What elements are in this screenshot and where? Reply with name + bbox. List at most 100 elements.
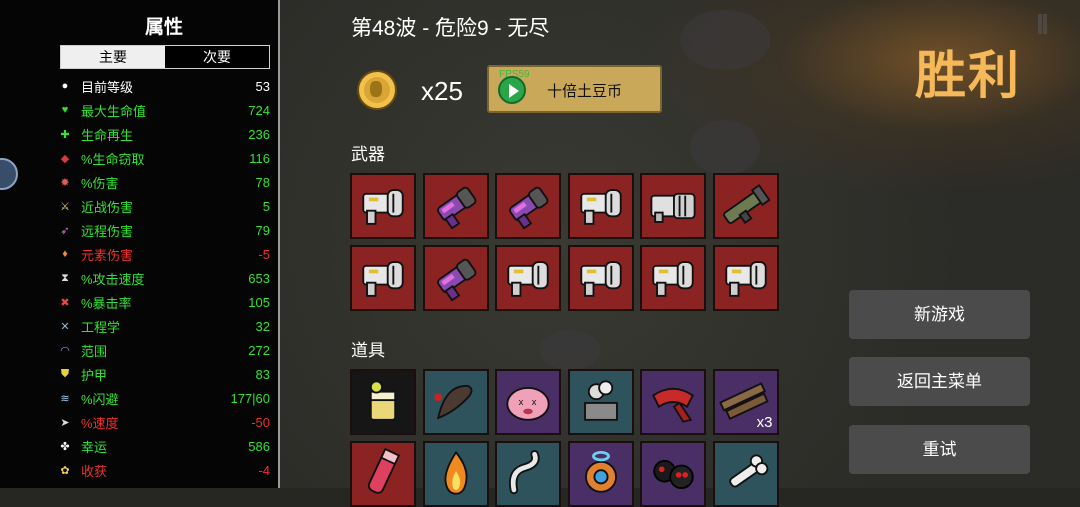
lifesteal-icon: ◆	[60, 152, 70, 165]
stat-row[interactable]: ✚ 生命再生 236	[58, 122, 270, 146]
stat-name: 目前等级	[81, 79, 134, 95]
stats-title: 属性	[144, 17, 183, 38]
stat-row[interactable]: ◆ %生命窃取 116	[58, 146, 270, 170]
stat-value: 5	[262, 198, 270, 214]
armor-icon: ⛊	[60, 367, 70, 380]
stats-panel: 属性 主要 次要 ● 目前等级 53 ♥ 最大生命值 724 ✚ 生命再生 236 ◆ %生命窃取 1…	[0, 0, 280, 488]
stat-name: %攻击速度	[81, 271, 145, 287]
weapon-slot[interactable]	[350, 173, 416, 239]
red-scarf-icon	[652, 387, 694, 423]
level-icon: ●	[61, 80, 69, 92]
item-slot[interactable]	[422, 369, 489, 435]
smg-icon	[579, 189, 622, 225]
explosion-ruins-icon	[583, 380, 618, 421]
stat-value: 653	[248, 270, 270, 286]
stat-row[interactable]: ⚔ 近战伤害 5	[58, 194, 270, 218]
stat-row[interactable]: ◠ 范围 272	[58, 338, 270, 362]
weapon-slot[interactable]	[640, 245, 706, 311]
stat-row[interactable]: ➤ %速度 -50	[58, 410, 270, 434]
stat-row[interactable]: ♥ 最大生命值 724	[58, 98, 270, 122]
weapon-slot[interactable]	[350, 245, 416, 311]
item-slot[interactable]: x3	[712, 369, 779, 435]
rocket-launcher-icon	[722, 184, 771, 225]
regen-icon: ✚	[60, 128, 70, 141]
smg-icon	[579, 261, 622, 297]
stat-row[interactable]: ♦ 元素伤害 -5	[58, 242, 270, 266]
stat-row[interactable]: ✤ 幸运 586	[58, 434, 270, 458]
worm-icon	[508, 450, 540, 495]
tenfold-potato-button[interactable]: FPS59 十倍土豆币	[487, 65, 662, 113]
stat-row[interactable]: ⛊ 护甲 83	[58, 362, 270, 386]
tab-secondary[interactable]: 次要	[165, 46, 269, 68]
ranged-icon: ➶	[60, 224, 70, 237]
tab-primary[interactable]: 主要	[61, 46, 165, 68]
stat-row[interactable]: ➶ 远程伤害 79	[58, 218, 270, 242]
stat-row[interactable]: ⧗ %攻击速度 653	[58, 266, 270, 290]
laser-gun-icon	[509, 186, 549, 230]
item-slot[interactable]	[495, 441, 561, 507]
stat-name: %闪避	[81, 391, 119, 407]
fire-icon	[443, 450, 468, 495]
stat-value: 177|60	[230, 390, 270, 406]
stat-value: 53	[255, 78, 270, 94]
coin-multiplier: x25	[421, 76, 463, 106]
engineering-icon: ✕	[60, 320, 70, 333]
stat-value: 83	[255, 366, 270, 382]
weapon-slot[interactable]	[567, 173, 634, 239]
speed-icon: ➤	[60, 416, 70, 429]
weapon-slot[interactable]	[495, 173, 561, 239]
attack-speed-icon: ⧗	[61, 271, 69, 284]
item-slot[interactable]	[567, 369, 634, 435]
item-slot[interactable]	[422, 441, 489, 507]
svg-text:x: x	[519, 396, 524, 407]
background-enemy	[690, 120, 760, 175]
damage-icon: ✸	[60, 176, 70, 189]
weapon-slot[interactable]	[712, 173, 779, 239]
stat-name: %暴击率	[81, 295, 132, 311]
item-slot[interactable]	[567, 441, 634, 507]
weapon-slot[interactable]	[640, 173, 706, 239]
dark-creatures-icon	[653, 459, 694, 490]
item-slot[interactable]: xx	[495, 369, 561, 435]
elemental-icon: ♦	[62, 248, 68, 260]
stat-row[interactable]: ≋ %闪避 177|60	[58, 386, 270, 410]
laser-gun-icon	[436, 258, 476, 302]
stat-row[interactable]: ● 目前等级 53	[58, 74, 270, 98]
wave-title: 第48波 - 危险9 - 无尽	[351, 17, 550, 40]
weapon-slot[interactable]	[712, 245, 779, 311]
new-game-button[interactable]: 新游戏	[849, 290, 1030, 339]
stat-row[interactable]: ✕ 工程学 32	[58, 314, 270, 338]
item-slot[interactable]	[640, 441, 706, 507]
weapon-slot[interactable]	[422, 245, 489, 311]
weapons-heading: 武器	[351, 145, 385, 164]
stat-row[interactable]: ✖ %暴击率 105	[58, 290, 270, 314]
heart-icon: ♥	[61, 104, 69, 116]
stat-name: %速度	[81, 415, 119, 431]
weapon-slot[interactable]	[422, 173, 489, 239]
play-icon	[498, 76, 526, 104]
stat-name: 收获	[81, 463, 108, 479]
pause-icon[interactable]	[1038, 14, 1047, 34]
robot-icon	[584, 450, 617, 493]
stat-value: 586	[248, 438, 270, 454]
smg-icon	[362, 261, 404, 297]
stat-name: 元素伤害	[81, 247, 134, 263]
item-slot[interactable]	[350, 441, 416, 507]
tenfold-potato-label: 十倍土豆币	[547, 83, 623, 100]
retry-button[interactable]: 重试	[849, 425, 1030, 474]
stat-value: 236	[248, 126, 270, 142]
weapon-slot[interactable]	[567, 245, 634, 311]
potato-coin-icon	[357, 70, 397, 110]
item-slot[interactable]	[712, 441, 779, 507]
stat-value: 79	[255, 222, 270, 238]
stat-value: 724	[248, 102, 270, 118]
item-slot[interactable]	[350, 369, 416, 435]
item-slot[interactable]	[640, 369, 706, 435]
stat-name: 生命再生	[81, 127, 134, 143]
stat-row[interactable]: ✿ 收获 -4	[58, 458, 270, 482]
stat-row[interactable]: ✸ %伤害 78	[58, 170, 270, 194]
main-menu-button[interactable]: 返回主菜单	[849, 357, 1030, 406]
potion-icon	[367, 447, 401, 494]
stat-value: -4	[258, 462, 270, 478]
weapon-slot[interactable]	[495, 245, 561, 311]
